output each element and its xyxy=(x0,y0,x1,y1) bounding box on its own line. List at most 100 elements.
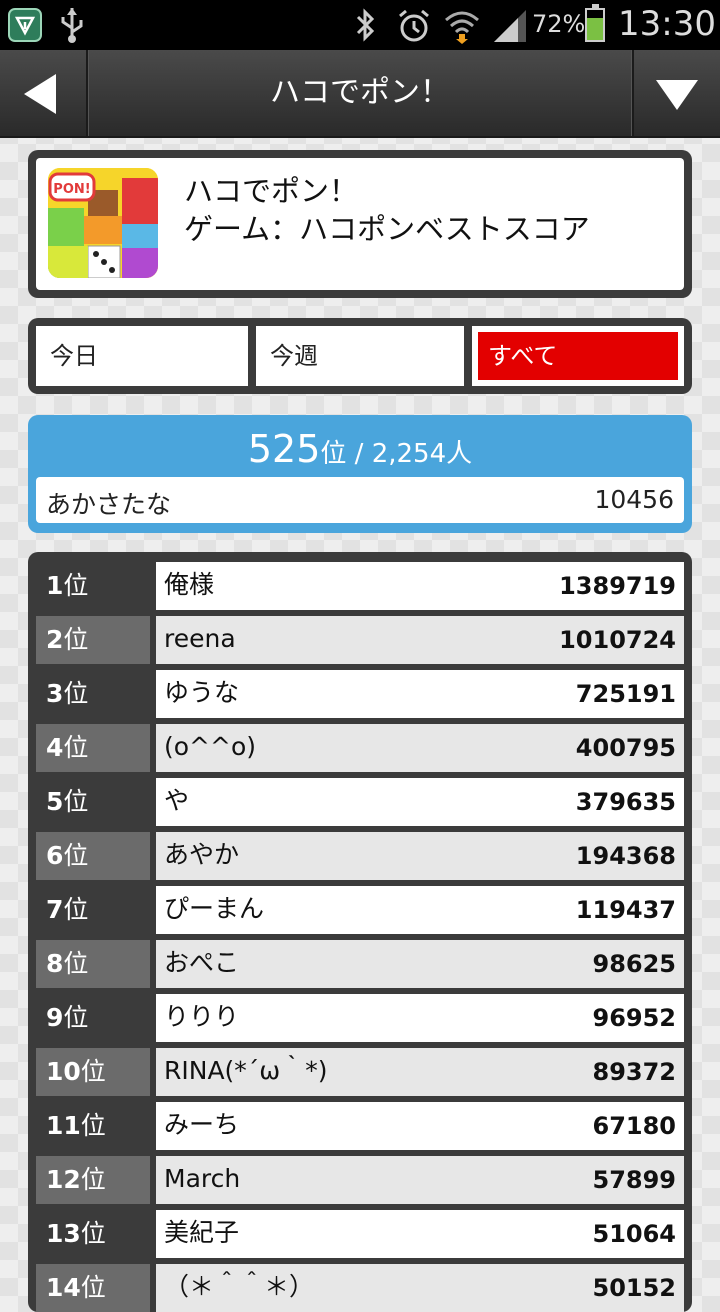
clock: 13:30 xyxy=(618,4,716,44)
rank-suffix: 位 xyxy=(63,571,89,600)
player-score: 1389719 xyxy=(559,572,676,600)
rank-suffix: 位 xyxy=(80,1111,106,1140)
usb-icon xyxy=(58,6,86,48)
player-name: 俺様 xyxy=(164,570,215,599)
rank-suffix: 位 xyxy=(80,1057,106,1086)
player-name: （＊＾＾＊） xyxy=(164,1272,315,1301)
player-score: 1010724 xyxy=(559,626,676,654)
rank-suffix: 位 xyxy=(63,733,89,762)
player-score: 96952 xyxy=(592,1004,677,1032)
battery-icon xyxy=(585,4,605,42)
wifi-icon xyxy=(444,8,480,48)
battery-percent: 72% xyxy=(532,10,586,38)
player-name: おぺこ xyxy=(164,948,240,977)
game-icon: PON! xyxy=(48,168,158,278)
rank-separator: / xyxy=(346,439,372,469)
player-score: 194368 xyxy=(575,842,676,870)
leaderboard-row[interactable]: 9位 りりり 96952 xyxy=(36,994,684,1042)
rank-suffix: 位 xyxy=(80,1219,106,1248)
leaderboard-row[interactable]: 11位 みーち 67180 xyxy=(36,1102,684,1150)
rank-suffix: 位 xyxy=(63,949,89,978)
app-notification-icon xyxy=(8,8,42,42)
my-rank-summary: 525位 / 2,254人 xyxy=(28,427,692,471)
rank-suffix: 位 xyxy=(80,1165,106,1194)
game-name: ハコでポン！ xyxy=(184,174,359,208)
my-rank-number: 525 xyxy=(247,427,321,471)
tab-all[interactable]: すべて xyxy=(472,326,684,386)
player-name: りりり xyxy=(164,1002,240,1031)
leaderboard-row[interactable]: 8位 おぺこ 98625 xyxy=(36,940,684,988)
page-title: ハコでポン！ xyxy=(270,75,450,110)
game-icon-label: PON! xyxy=(53,182,90,197)
player-score: 57899 xyxy=(592,1166,677,1194)
player-name: ぴーまん xyxy=(164,894,265,923)
player-name: RINA(*´ω｀*) xyxy=(164,1056,328,1085)
rank-suffix: 位 xyxy=(63,787,89,816)
player-score: 67180 xyxy=(592,1112,677,1140)
my-score: 10456 xyxy=(594,485,674,514)
player-name: March xyxy=(164,1164,241,1193)
rank-number: 3 xyxy=(46,679,64,708)
player-name: ゆうな xyxy=(164,678,240,707)
tab-this-week[interactable]: 今週 xyxy=(256,326,464,386)
my-rank-card: 525位 / 2,254人 あかさたな 10456 xyxy=(28,415,692,533)
total-players: 2,254 xyxy=(371,439,447,469)
rank-suffix: 位 xyxy=(63,895,89,924)
rank-number: 11 xyxy=(46,1111,81,1140)
leaderboard-row[interactable]: 7位 ぴーまん 119437 xyxy=(36,886,684,934)
leaderboard-row[interactable]: 10位 RINA(*´ω｀*) 89372 xyxy=(36,1048,684,1096)
rank-number: 5 xyxy=(46,787,64,816)
player-name: (o^^o) xyxy=(164,732,256,761)
rank-suffix: 位 xyxy=(63,679,89,708)
player-name: あやか xyxy=(164,840,240,869)
leaderboard-row[interactable]: 14位 （＊＾＾＊） 50152 xyxy=(36,1264,684,1312)
my-rank-unit: 位 xyxy=(320,439,347,469)
rank-number: 8 xyxy=(46,949,64,978)
player-name: みーち xyxy=(164,1110,240,1139)
rank-number: 2 xyxy=(46,625,64,654)
player-name: reena xyxy=(164,624,236,653)
rank-suffix: 位 xyxy=(63,1003,89,1032)
rank-suffix: 位 xyxy=(63,625,89,654)
leaderboard-row[interactable]: 3位 ゆうな 725191 xyxy=(36,670,684,718)
leaderboard-row[interactable]: 1位 俺様 1389719 xyxy=(36,562,684,610)
player-score: 89372 xyxy=(592,1058,677,1086)
signal-icon xyxy=(492,8,528,48)
bluetooth-icon xyxy=(352,8,378,46)
back-arrow-icon xyxy=(24,74,56,114)
period-tabs: 今日 今週 すべて xyxy=(28,318,692,394)
player-name: 美紀子 xyxy=(164,1218,240,1247)
game-header-card: PON! ハコでポン！ ゲーム：ハコポンベストスコア xyxy=(28,150,692,298)
menu-dropdown-button[interactable] xyxy=(632,50,720,136)
my-user-name: あかさたな xyxy=(46,490,172,519)
alarm-icon xyxy=(396,8,432,48)
my-score-row: あかさたな 10456 xyxy=(36,477,684,523)
rank-number: 10 xyxy=(46,1057,81,1086)
player-score: 51064 xyxy=(592,1220,677,1248)
rank-suffix: 位 xyxy=(63,841,89,870)
rank-number: 12 xyxy=(46,1165,81,1194)
rank-number: 1 xyxy=(46,571,64,600)
player-score: 98625 xyxy=(592,950,677,978)
player-score: 379635 xyxy=(575,788,676,816)
back-button[interactable] xyxy=(0,50,88,136)
player-score: 119437 xyxy=(575,896,676,924)
total-players-unit: 人 xyxy=(446,439,473,469)
player-score: 50152 xyxy=(592,1274,677,1302)
leaderboard-row[interactable]: 4位 (o^^o) 400795 xyxy=(36,724,684,772)
rank-number: 9 xyxy=(46,1003,64,1032)
leaderboard-row[interactable]: 13位 美紀子 51064 xyxy=(36,1210,684,1258)
leaderboard-row[interactable]: 12位 March 57899 xyxy=(36,1156,684,1204)
rank-number: 7 xyxy=(46,895,64,924)
leaderboard-row[interactable]: 2位 reena 1010724 xyxy=(36,616,684,664)
tab-today[interactable]: 今日 xyxy=(36,326,248,386)
player-name: や xyxy=(164,786,190,815)
rank-suffix: 位 xyxy=(80,1273,106,1302)
rank-number: 6 xyxy=(46,841,64,870)
leaderboard-row[interactable]: 5位 や 379635 xyxy=(36,778,684,826)
leaderboard-row[interactable]: 6位 あやか 194368 xyxy=(36,832,684,880)
rank-number: 13 xyxy=(46,1219,81,1248)
tab-all-label: すべて xyxy=(478,332,678,380)
dropdown-arrow-icon xyxy=(656,80,698,110)
player-score: 725191 xyxy=(575,680,676,708)
